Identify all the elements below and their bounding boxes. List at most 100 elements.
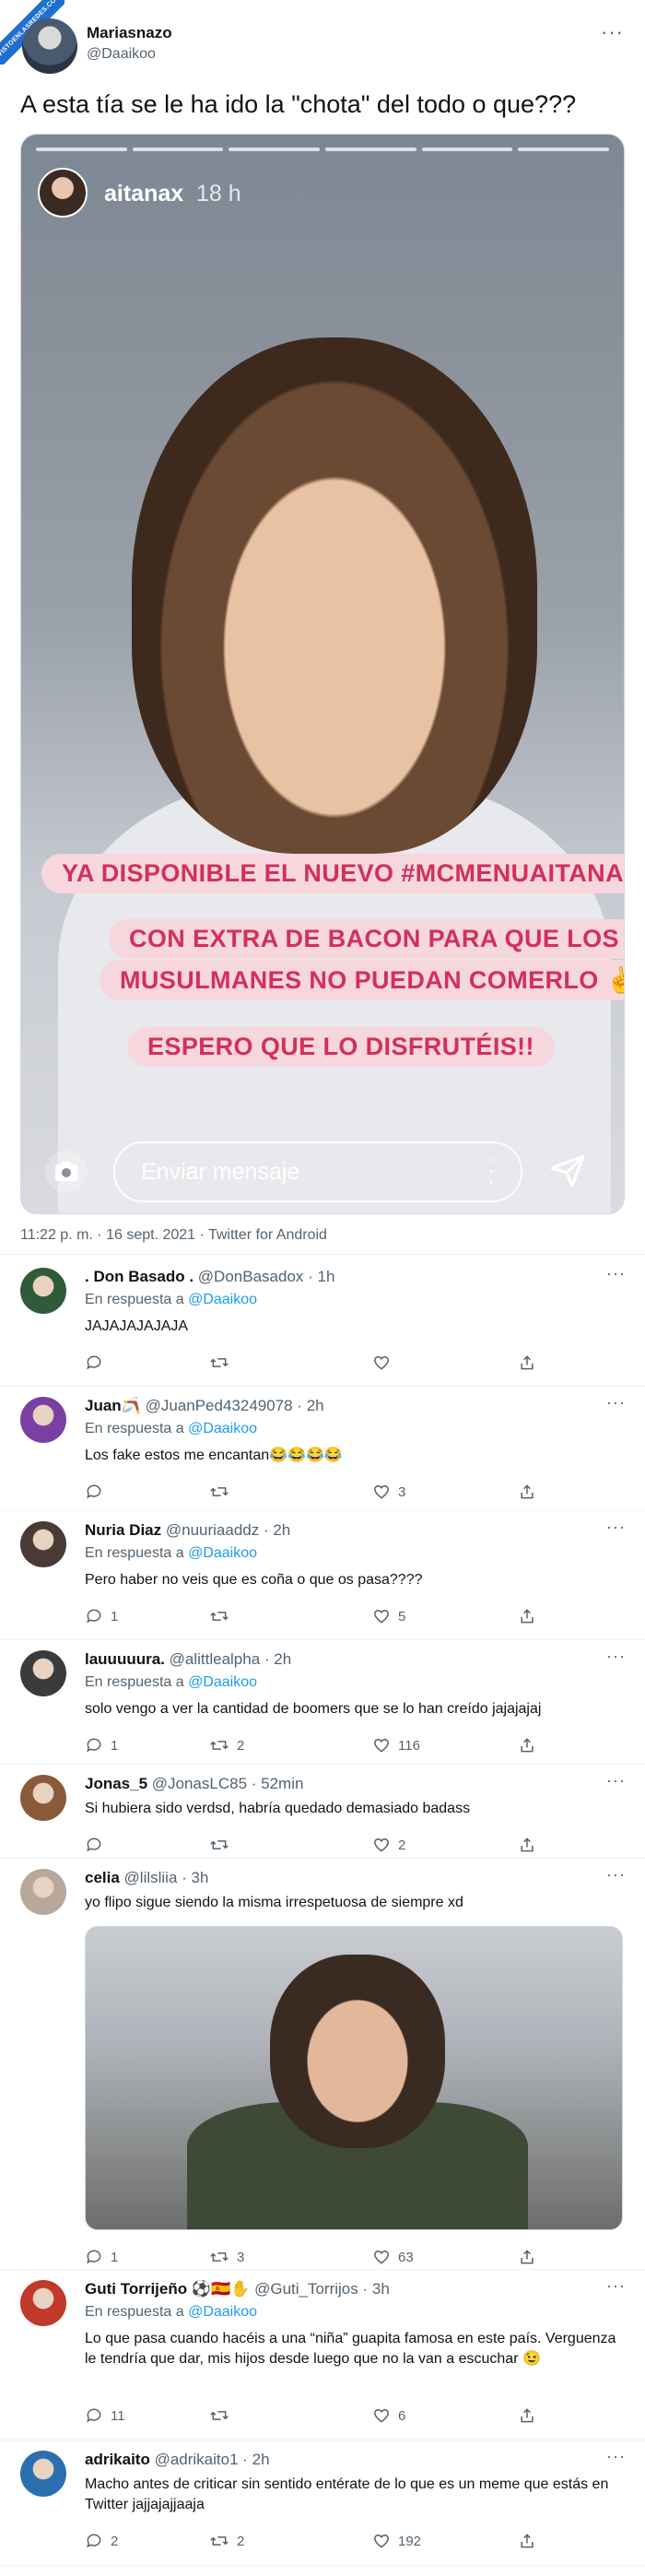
reply-name[interactable]: Nuria Diaz (85, 1521, 161, 1539)
reply-tweet[interactable]: lauuuuura. @alittlealpha · 2h ··· En respu… (0, 1647, 645, 1775)
more-options-icon[interactable]: ··· (606, 1393, 626, 1412)
comment-button[interactable]: 2 (85, 2532, 118, 2550)
share-button[interactable] (518, 1836, 536, 1854)
like-button[interactable]: 63 (372, 2248, 414, 2266)
reply-to-link[interactable]: @Daaikoo (188, 1674, 257, 1690)
share-button[interactable] (518, 1607, 536, 1625)
camera-icon (45, 1151, 88, 1193)
like-button[interactable] (372, 1353, 391, 1372)
reply-tweet[interactable]: celia @lilsliia · 3h ··· yo flipo sigue si… (0, 1865, 645, 2280)
more-options-icon[interactable]: ··· (606, 2276, 626, 2296)
reply-name[interactable]: . Don Basado . (85, 1268, 194, 1285)
reply-name[interactable]: lauuuuura. (85, 1650, 165, 1668)
reply-tweet[interactable]: . Don Basado . @DonBasadox · 1h ··· En res… (0, 1264, 645, 1397)
retweet-button[interactable]: 2 (209, 1736, 244, 1755)
like-button[interactable]: 116 (372, 1736, 420, 1755)
more-options-icon[interactable]: ··· (606, 1518, 626, 1537)
tweet-text: A esta tía se le ha ido la "chota" del t… (20, 90, 577, 118)
avatar[interactable] (20, 1397, 66, 1443)
avatar[interactable] (20, 2451, 66, 2497)
reply-name[interactable]: Guti Torrijeño ⚽🇪🇸✋ (85, 2280, 250, 2298)
like-button[interactable]: 2 (372, 1836, 405, 1854)
comment-button[interactable]: 11 (85, 2406, 125, 2425)
reply-author[interactable]: celia @lilsliia · 3h (85, 1869, 208, 1887)
reply-image[interactable] (85, 1926, 623, 2230)
reply-count: 1 (111, 2249, 119, 2265)
author-name[interactable]: Mariasnazo (87, 24, 172, 42)
story-username: aitanax (104, 181, 184, 207)
reply-context-label: En respuesta a (85, 1421, 189, 1436)
comment-button[interactable]: 1 (85, 1607, 118, 1625)
story-screenshot[interactable]: aitanax 18 h YA DISPONIBLE EL NUEVO #MCM… (20, 134, 625, 1214)
share-icon (518, 2248, 536, 2266)
story-caption: MUSULMANES NO PUEDAN COMERLO ✌ (100, 960, 624, 1000)
reply-tweet[interactable]: Guti Torrijeño ⚽🇪🇸✋ @Guti_Torrijos · 3h ·… (0, 2276, 645, 2451)
more-options-icon[interactable]: ··· (606, 2447, 626, 2466)
avatar[interactable] (20, 1650, 66, 1696)
reply-handle-time: @JonasLC85 · 52min (147, 1775, 304, 1792)
avatar[interactable] (20, 1775, 66, 1821)
reply-tweet[interactable]: adrikaito @adrikaito1 · 2h ··· Macho antes… (0, 2447, 645, 2576)
reply-context: En respuesta a @Daaikoo (85, 1421, 257, 1437)
comment-button[interactable]: 1 (85, 2248, 118, 2266)
share-icon (518, 1836, 536, 1854)
reply-tweet[interactable]: Nuria Diaz @nuuriaaddz · 2h ··· En respues… (0, 1518, 645, 1650)
retweet-button[interactable] (209, 1353, 229, 1372)
like-button[interactable]: 3 (372, 1483, 405, 1501)
reply-author[interactable]: Juan🪃 @JuanPed43249078 · 2h (85, 1397, 324, 1415)
comment-button[interactable] (85, 1353, 103, 1372)
reply-author[interactable]: Nuria Diaz @nuuriaaddz · 2h (85, 1521, 290, 1540)
retweet-button[interactable] (209, 1483, 229, 1501)
more-options-icon[interactable]: ··· (606, 1264, 626, 1283)
more-options-icon[interactable]: ··· (606, 1865, 626, 1885)
avatar[interactable] (20, 1869, 66, 1915)
reply-author[interactable]: lauuuuura. @alittlealpha · 2h (85, 1650, 291, 1669)
retweet-button[interactable] (209, 1607, 229, 1625)
retweet-button[interactable] (209, 2406, 229, 2425)
comment-button[interactable]: 1 (85, 1736, 118, 1755)
author-handle[interactable]: @Daaikoo (87, 46, 156, 63)
reply-to-link[interactable]: @Daaikoo (188, 1545, 257, 1561)
like-button[interactable]: 192 (372, 2532, 421, 2550)
divider (0, 1858, 645, 1859)
divider (0, 1510, 645, 1511)
share-icon (518, 1353, 536, 1372)
share-button[interactable] (518, 2406, 536, 2425)
reply-author[interactable]: . Don Basado . @DonBasadox · 1h (85, 1268, 334, 1286)
avatar[interactable] (20, 1521, 66, 1567)
more-options-icon[interactable]: ··· (606, 1771, 626, 1790)
share-button[interactable] (518, 1353, 536, 1372)
reply-tweet[interactable]: Juan🪃 @JuanPed43249078 · 2h ··· En respues… (0, 1393, 645, 1521)
divider (0, 1639, 645, 1640)
like-icon (372, 1483, 391, 1501)
reply-to-link[interactable]: @Daaikoo (188, 2304, 257, 2320)
retweet-button[interactable]: 3 (209, 2248, 244, 2266)
share-button[interactable] (518, 1483, 536, 1501)
share-button[interactable] (518, 1736, 536, 1755)
reply-name[interactable]: celia (85, 1869, 120, 1886)
reply-author[interactable]: Jonas_5 @JonasLC85 · 52min (85, 1775, 303, 1793)
avatar[interactable] (20, 1268, 66, 1314)
comment-button[interactable] (85, 1836, 103, 1854)
reply-name[interactable]: Jonas_5 (85, 1775, 147, 1792)
reply-tweet[interactable]: Jonas_5 @JonasLC85 · 52min ··· Si hubiera … (0, 1771, 645, 1869)
more-options-icon[interactable]: ··· (606, 1647, 626, 1666)
reply-author[interactable]: adrikaito @adrikaito1 · 2h (85, 2451, 270, 2469)
retweet-button[interactable] (209, 1836, 229, 1854)
like-button[interactable]: 6 (372, 2406, 405, 2425)
avatar[interactable] (22, 18, 77, 74)
retweet-icon (209, 1736, 229, 1755)
avatar[interactable] (20, 2280, 66, 2326)
share-button[interactable] (518, 2532, 536, 2550)
reply-to-link[interactable]: @Daaikoo (188, 1292, 257, 1307)
retweet-button[interactable]: 2 (209, 2532, 244, 2550)
reply-name[interactable]: adrikaito (85, 2451, 150, 2468)
like-button[interactable]: 5 (372, 1607, 405, 1625)
reply-author[interactable]: Guti Torrijeño ⚽🇪🇸✋ @Guti_Torrijos · 3h (85, 2280, 390, 2298)
like-count: 6 (398, 2407, 406, 2424)
comment-button[interactable] (85, 1483, 103, 1501)
reply-to-link[interactable]: @Daaikoo (188, 1421, 257, 1436)
more-options-icon[interactable]: ··· (601, 20, 624, 44)
reply-name[interactable]: Juan🪃 (85, 1397, 141, 1414)
share-button[interactable] (518, 2248, 536, 2266)
